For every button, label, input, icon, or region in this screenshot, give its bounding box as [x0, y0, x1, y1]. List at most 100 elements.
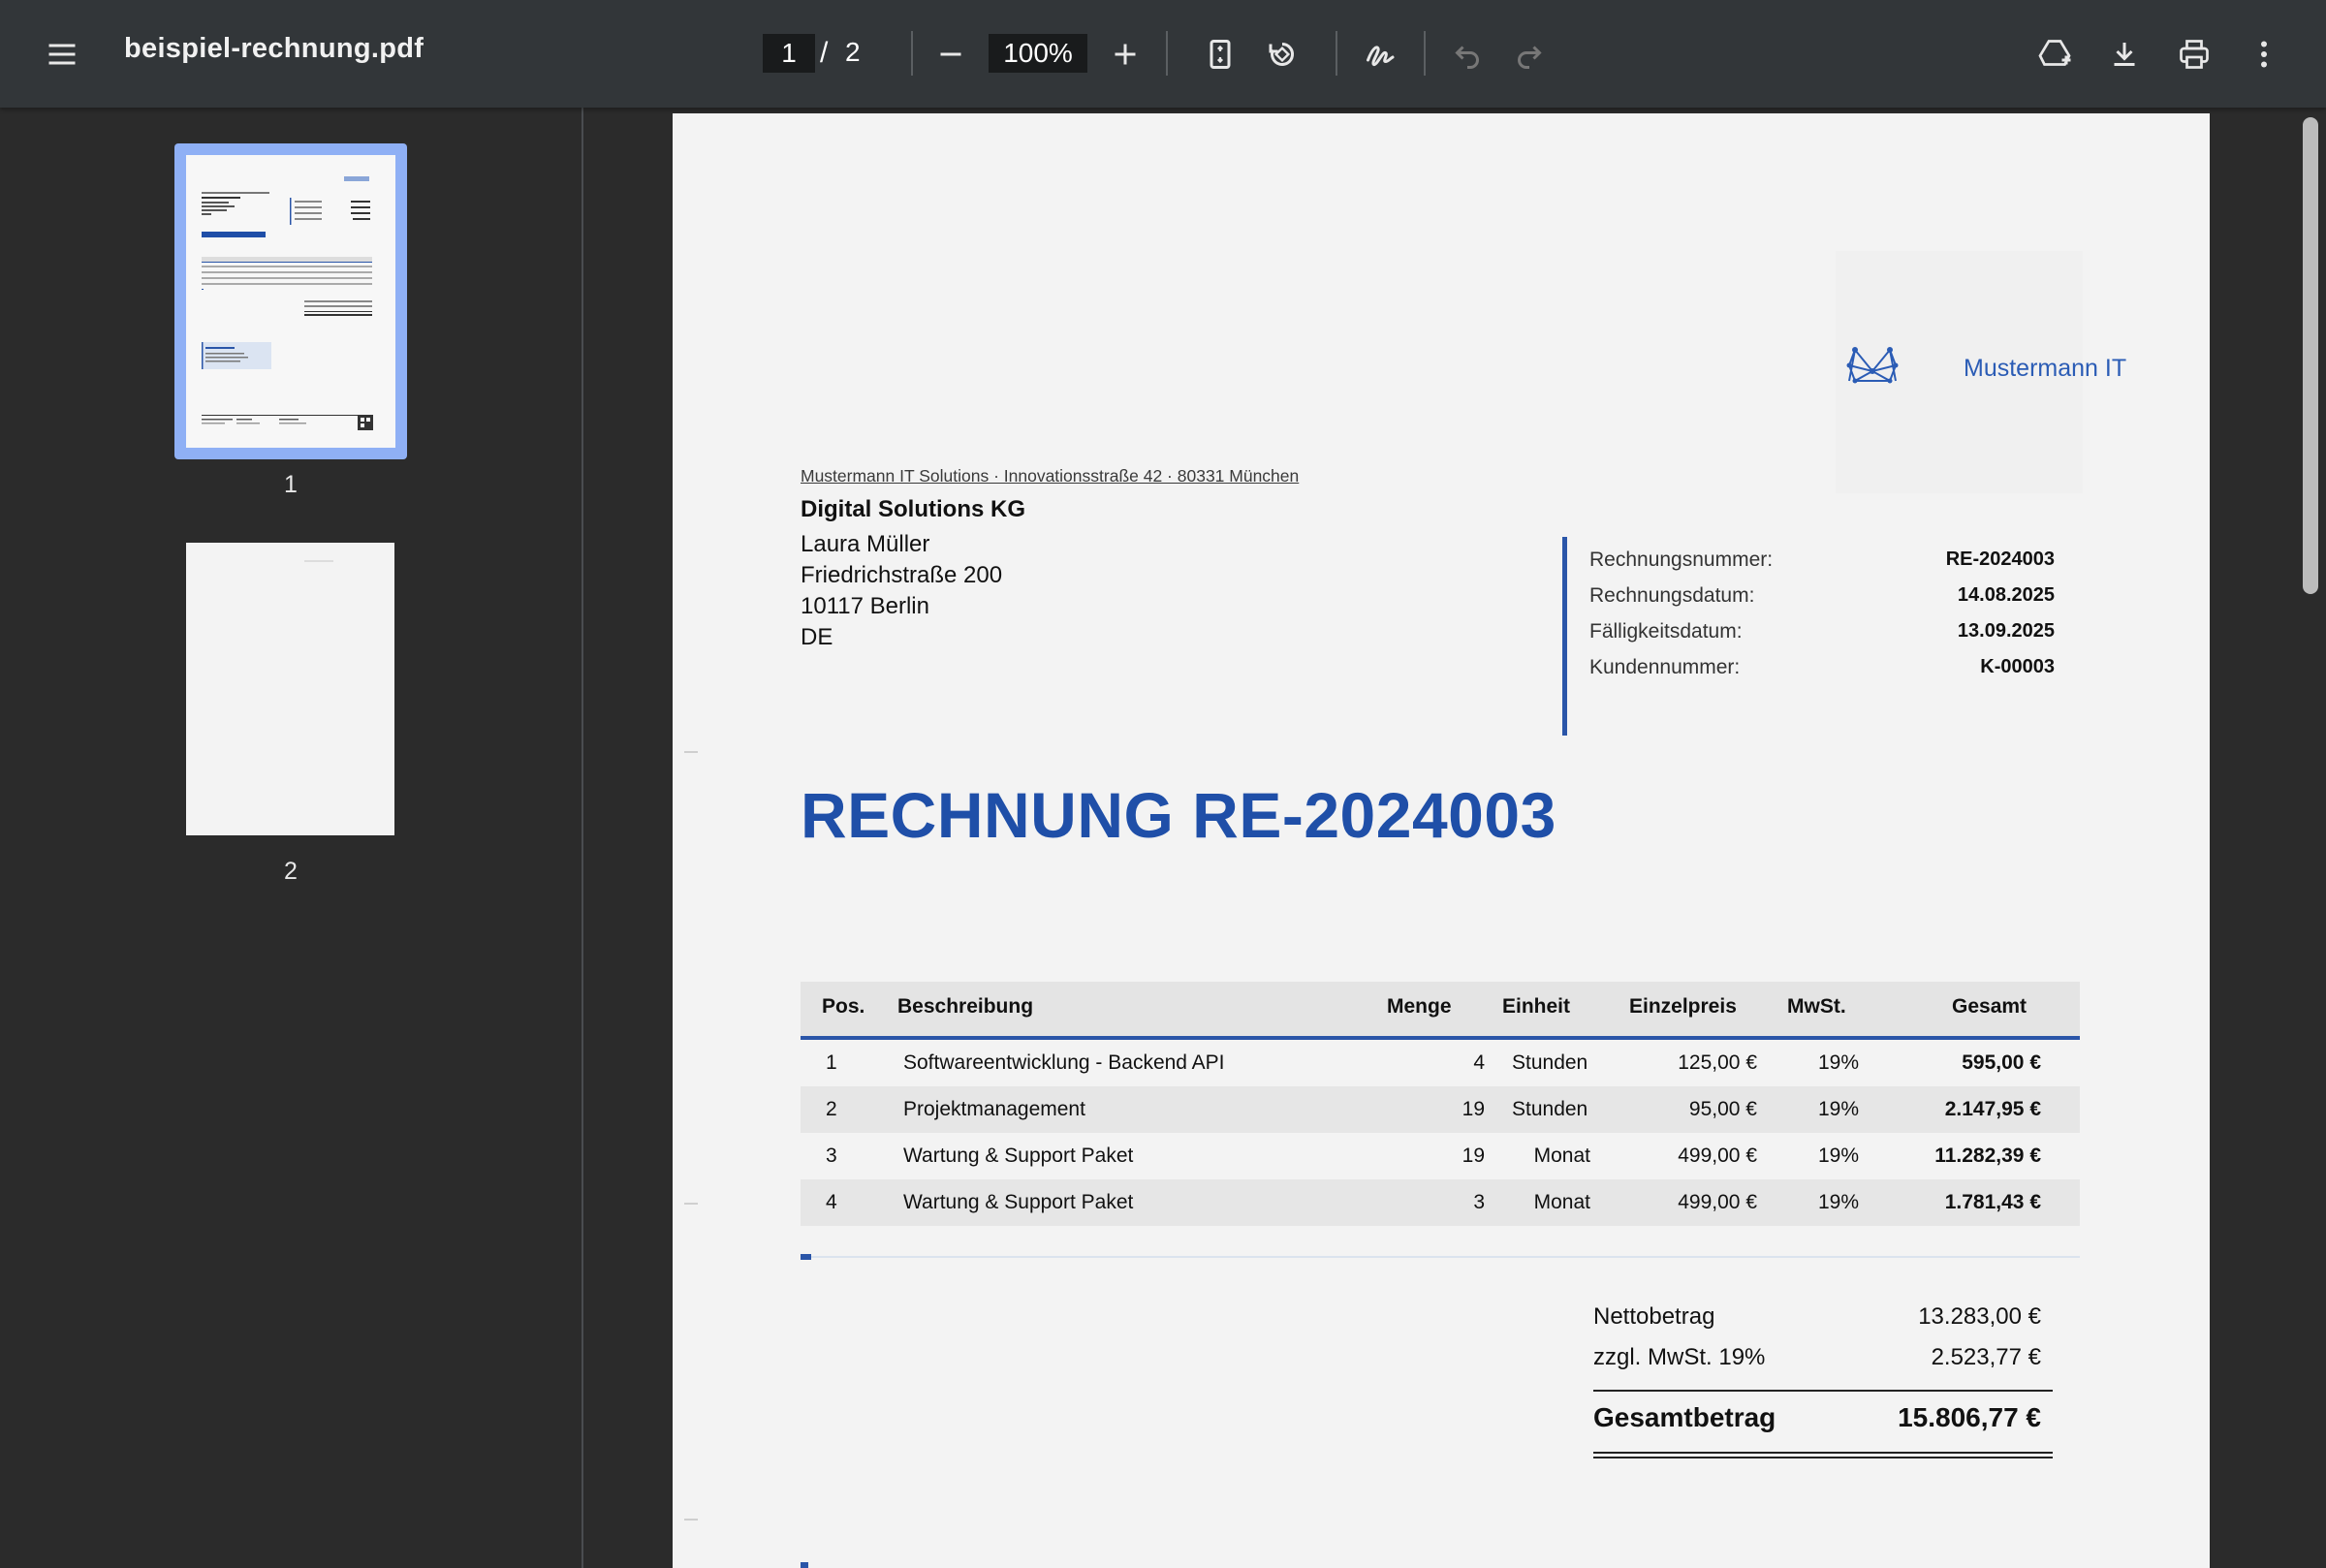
cell-description: Projektmanagement	[903, 1098, 1085, 1120]
toolbar: beispiel-rechnung.pdf 1 / 2 100%	[0, 0, 2326, 108]
table-row: 4 Wartung & Support Paket 3 Monat 499,00…	[801, 1179, 2080, 1226]
table-row: 2 Projektmanagement 19 Stunden 95,00 € 1…	[801, 1086, 2080, 1133]
pdf-viewer-window: beispiel-rechnung.pdf 1 / 2 100% 1 2 Mus…	[0, 0, 2326, 1568]
thumbnail-label-1: 1	[284, 471, 298, 498]
rotate-button[interactable]	[1253, 25, 1311, 83]
vertical-scrollbar[interactable]	[2297, 108, 2326, 1568]
annotate-button[interactable]	[1352, 25, 1410, 83]
thumbnail-label-2: 2	[284, 858, 298, 885]
cell-vat: 19%	[1818, 1191, 1860, 1213]
page-thumbnail-1[interactable]	[174, 143, 407, 459]
printer-icon	[2180, 40, 2209, 69]
cell-unit-price: 499,00 €	[1678, 1191, 1757, 1213]
document-viewport[interactable]: Mustermann IT Mustermann IT Solutions · …	[583, 108, 2326, 1568]
cell-pos: 2	[826, 1098, 837, 1120]
page-separator: /	[820, 37, 829, 69]
cell-description: Wartung & Support Paket	[903, 1191, 1134, 1213]
download-button[interactable]	[2095, 25, 2153, 83]
download-icon	[2114, 43, 2135, 66]
table-header-cell: Pos.	[822, 995, 865, 1018]
save-to-drive-button[interactable]	[2026, 25, 2084, 83]
cell-unit: Monat	[1533, 1145, 1590, 1167]
cell-unit-price: 125,00 €	[1678, 1051, 1757, 1074]
table-header-cell: Menge	[1387, 995, 1452, 1018]
meta-label: Fälligkeitsdatum:	[1589, 620, 1743, 643]
cell-quantity: 4	[1473, 1051, 1485, 1074]
bottom-accent-bar	[801, 1562, 808, 1568]
sender-address-line: Mustermann IT Solutions · Innovationsstr…	[801, 466, 1300, 486]
cell-quantity: 19	[1462, 1145, 1485, 1167]
invoice-headline: RECHNUNG RE-2024003	[801, 779, 1556, 851]
fit-page-button[interactable]	[1191, 25, 1249, 83]
pdf-page-1: Mustermann IT Mustermann IT Solutions · …	[673, 113, 2210, 1568]
scrollbar-thumb[interactable]	[2303, 117, 2318, 594]
table-row: 3 Wartung & Support Paket 19 Monat 499,0…	[801, 1133, 2080, 1179]
thumbnail-preview	[186, 155, 395, 448]
page-total: 2	[845, 37, 861, 67]
cell-pos: 3	[826, 1145, 837, 1167]
undo-button[interactable]	[1438, 25, 1496, 83]
customer-country: DE	[801, 624, 833, 650]
table-header-cell: Einheit	[1502, 995, 1571, 1018]
cell-description: Softwareentwicklung - Backend API	[903, 1051, 1225, 1074]
total-double-rule	[1593, 1452, 2053, 1454]
cell-quantity: 19	[1462, 1098, 1485, 1120]
toolbar-divider	[1166, 31, 1168, 76]
redo-button[interactable]	[1500, 25, 1558, 83]
total-amount-value: 15.806,77 €	[1898, 1402, 2041, 1432]
redo-icon	[1518, 46, 1542, 69]
customer-street: Friedrichstraße 200	[801, 562, 1003, 588]
vat-amount-label: zzgl. MwSt. 19%	[1593, 1344, 1766, 1370]
cell-unit-price: 499,00 €	[1678, 1145, 1757, 1167]
meta-label: Kundennummer:	[1589, 656, 1741, 678]
table-bottom-rule	[801, 1256, 2080, 1258]
zoom-out-button[interactable]	[922, 25, 980, 83]
meta-value: 13.09.2025	[1957, 620, 2055, 642]
meta-value: K-00003	[1980, 656, 2055, 677]
margin-marker	[684, 751, 698, 753]
page-thumbnail-2[interactable]	[186, 543, 394, 835]
cell-unit: Stunden	[1512, 1098, 1588, 1120]
hamburger-menu-icon	[48, 44, 76, 65]
summary-divider	[1593, 1390, 2053, 1392]
table-header-cell: MwSt.	[1787, 995, 1846, 1018]
drive-add-icon	[2038, 40, 2071, 66]
cell-unit: Stunden	[1512, 1051, 1588, 1074]
table-header-cell: Beschreibung	[897, 995, 1034, 1018]
cell-pos: 1	[826, 1051, 837, 1074]
cell-total: 2.147,95 €	[1944, 1098, 2041, 1120]
total-double-rule	[1593, 1457, 2053, 1458]
thumbnail-preview	[304, 560, 333, 562]
meta-value: 14.08.2025	[1957, 584, 2055, 606]
more-options-button[interactable]	[2235, 25, 2293, 83]
fit-to-page-icon	[1210, 40, 1231, 69]
cell-quantity: 3	[1473, 1191, 1485, 1213]
zoom-in-button[interactable]	[1096, 25, 1154, 83]
table-header-cell: Gesamt	[1952, 995, 2027, 1018]
meta-label: Rechnungsnummer:	[1589, 549, 1774, 571]
page-number-input[interactable]: 1	[763, 34, 815, 73]
cell-pos: 4	[826, 1191, 837, 1213]
toolbar-divider	[1424, 31, 1426, 76]
meta-accent-bar	[1562, 537, 1567, 736]
customer-name: Laura Müller	[801, 531, 930, 557]
margin-marker	[684, 1203, 698, 1205]
cell-vat: 19%	[1818, 1051, 1860, 1074]
menu-button[interactable]	[33, 25, 91, 83]
net-amount-value: 13.283,00 €	[1918, 1303, 2041, 1330]
signature-icon	[1367, 46, 1395, 66]
cell-unit-price: 95,00 €	[1688, 1098, 1757, 1120]
cell-total: 1.781,43 €	[1944, 1191, 2041, 1213]
more-vertical-icon	[2261, 41, 2267, 68]
customer-company: Digital Solutions KG	[801, 496, 1025, 522]
cell-total: 11.282,39 €	[1934, 1145, 2041, 1167]
meta-label: Rechnungsdatum:	[1589, 584, 1755, 607]
table-header-row: Pos. Beschreibung Menge Einheit Einzelpr…	[801, 982, 2080, 1040]
company-logo-icon	[1846, 347, 1899, 384]
toolbar-divider	[1336, 31, 1337, 76]
total-amount-label: Gesamtbetrag	[1593, 1402, 1776, 1432]
zoom-level-input[interactable]: 100%	[989, 34, 1087, 73]
company-logo-text: Mustermann IT	[1964, 355, 2127, 382]
document-title: beispiel-rechnung.pdf	[124, 33, 424, 64]
print-button[interactable]	[2165, 25, 2223, 83]
